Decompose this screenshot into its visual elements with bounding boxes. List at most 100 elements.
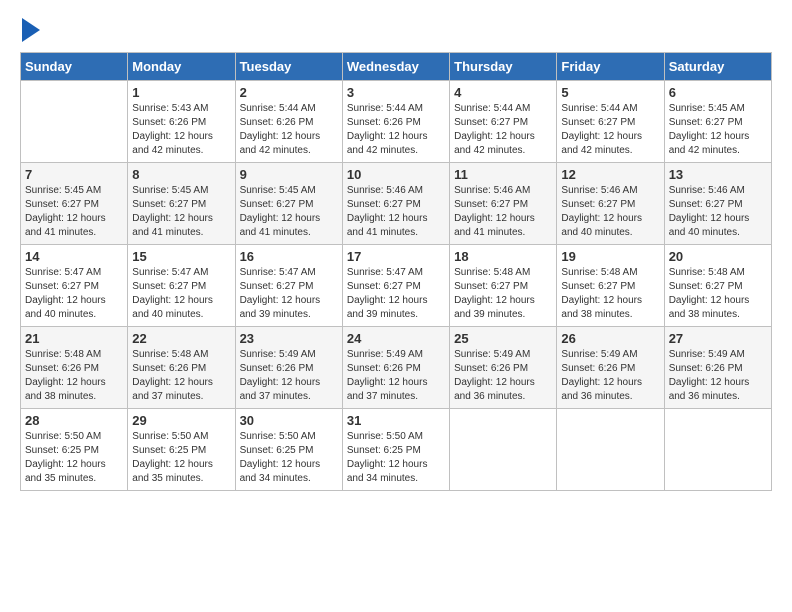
calendar-cell xyxy=(450,409,557,491)
day-number: 12 xyxy=(561,167,659,182)
day-info: Sunrise: 5:45 AMSunset: 6:27 PMDaylight:… xyxy=(669,102,767,158)
day-info: Sunrise: 5:49 AMSunset: 6:26 PMDaylight:… xyxy=(561,348,659,404)
day-number: 27 xyxy=(669,331,767,346)
day-info: Sunrise: 5:44 AMSunset: 6:27 PMDaylight:… xyxy=(561,102,659,158)
weekday-header-wednesday: Wednesday xyxy=(342,53,449,81)
day-number: 25 xyxy=(454,331,552,346)
day-info: Sunrise: 5:50 AMSunset: 6:25 PMDaylight:… xyxy=(347,430,445,486)
day-number: 31 xyxy=(347,413,445,428)
calendar-cell: 23 Sunrise: 5:49 AMSunset: 6:26 PMDayligh… xyxy=(235,327,342,409)
weekday-header-thursday: Thursday xyxy=(450,53,557,81)
day-number: 3 xyxy=(347,85,445,100)
day-number: 14 xyxy=(25,249,123,264)
day-info: Sunrise: 5:48 AMSunset: 6:27 PMDaylight:… xyxy=(561,266,659,322)
day-info: Sunrise: 5:47 AMSunset: 6:27 PMDaylight:… xyxy=(347,266,445,322)
day-info: Sunrise: 5:44 AMSunset: 6:26 PMDaylight:… xyxy=(240,102,338,158)
day-info: Sunrise: 5:48 AMSunset: 6:27 PMDaylight:… xyxy=(454,266,552,322)
day-info: Sunrise: 5:45 AMSunset: 6:27 PMDaylight:… xyxy=(240,184,338,240)
day-number: 6 xyxy=(669,85,767,100)
day-number: 5 xyxy=(561,85,659,100)
day-info: Sunrise: 5:46 AMSunset: 6:27 PMDaylight:… xyxy=(347,184,445,240)
day-number: 23 xyxy=(240,331,338,346)
calendar-cell xyxy=(664,409,771,491)
day-info: Sunrise: 5:47 AMSunset: 6:27 PMDaylight:… xyxy=(25,266,123,322)
day-info: Sunrise: 5:49 AMSunset: 6:26 PMDaylight:… xyxy=(240,348,338,404)
calendar-cell: 22 Sunrise: 5:48 AMSunset: 6:26 PMDayligh… xyxy=(128,327,235,409)
day-info: Sunrise: 5:43 AMSunset: 6:26 PMDaylight:… xyxy=(132,102,230,158)
day-info: Sunrise: 5:47 AMSunset: 6:27 PMDaylight:… xyxy=(132,266,230,322)
day-number: 1 xyxy=(132,85,230,100)
calendar-cell: 10 Sunrise: 5:46 AMSunset: 6:27 PMDayligh… xyxy=(342,163,449,245)
day-number: 22 xyxy=(132,331,230,346)
calendar-cell: 6 Sunrise: 5:45 AMSunset: 6:27 PMDaylight… xyxy=(664,81,771,163)
day-info: Sunrise: 5:48 AMSunset: 6:27 PMDaylight:… xyxy=(669,266,767,322)
day-number: 28 xyxy=(25,413,123,428)
calendar-cell: 29 Sunrise: 5:50 AMSunset: 6:25 PMDayligh… xyxy=(128,409,235,491)
calendar-cell: 12 Sunrise: 5:46 AMSunset: 6:27 PMDayligh… xyxy=(557,163,664,245)
calendar-cell: 7Sunrise: 5:45 AMSunset: 6:27 PMDaylight… xyxy=(21,163,128,245)
calendar-cell: 27 Sunrise: 5:49 AMSunset: 6:26 PMDayligh… xyxy=(664,327,771,409)
logo xyxy=(20,20,40,42)
day-info: Sunrise: 5:50 AMSunset: 6:25 PMDaylight:… xyxy=(240,430,338,486)
weekday-header-saturday: Saturday xyxy=(664,53,771,81)
day-number: 9 xyxy=(240,167,338,182)
calendar-table: SundayMondayTuesdayWednesdayThursdayFrid… xyxy=(20,52,772,491)
calendar-cell: 25 Sunrise: 5:49 AMSunset: 6:26 PMDayligh… xyxy=(450,327,557,409)
day-number: 15 xyxy=(132,249,230,264)
day-number: 30 xyxy=(240,413,338,428)
calendar-cell: 31 Sunrise: 5:50 AMSunset: 6:25 PMDayligh… xyxy=(342,409,449,491)
calendar-cell: 16 Sunrise: 5:47 AMSunset: 6:27 PMDayligh… xyxy=(235,245,342,327)
day-number: 7 xyxy=(25,167,123,182)
day-number: 2 xyxy=(240,85,338,100)
day-info: Sunrise: 5:44 AMSunset: 6:27 PMDaylight:… xyxy=(454,102,552,158)
day-number: 4 xyxy=(454,85,552,100)
calendar-week-row: 21Sunrise: 5:48 AMSunset: 6:26 PMDayligh… xyxy=(21,327,772,409)
calendar-cell: 1 Sunrise: 5:43 AMSunset: 6:26 PMDaylight… xyxy=(128,81,235,163)
day-info: Sunrise: 5:48 AMSunset: 6:26 PMDaylight:… xyxy=(25,348,123,404)
day-info: Sunrise: 5:47 AMSunset: 6:27 PMDaylight:… xyxy=(240,266,338,322)
day-info: Sunrise: 5:50 AMSunset: 6:25 PMDaylight:… xyxy=(132,430,230,486)
calendar-cell: 11Sunrise: 5:46 AMSunset: 6:27 PMDayligh… xyxy=(450,163,557,245)
day-info: Sunrise: 5:50 AMSunset: 6:25 PMDaylight:… xyxy=(25,430,123,486)
page-header xyxy=(20,20,772,42)
calendar-cell xyxy=(557,409,664,491)
calendar-cell: 5 Sunrise: 5:44 AMSunset: 6:27 PMDaylight… xyxy=(557,81,664,163)
calendar-cell: 15 Sunrise: 5:47 AMSunset: 6:27 PMDayligh… xyxy=(128,245,235,327)
calendar-cell: 18 Sunrise: 5:48 AMSunset: 6:27 PMDayligh… xyxy=(450,245,557,327)
calendar-cell: 30 Sunrise: 5:50 AMSunset: 6:25 PMDayligh… xyxy=(235,409,342,491)
calendar-cell: 9 Sunrise: 5:45 AMSunset: 6:27 PMDaylight… xyxy=(235,163,342,245)
day-number: 10 xyxy=(347,167,445,182)
day-number: 20 xyxy=(669,249,767,264)
logo-arrow-icon xyxy=(22,18,40,42)
day-number: 18 xyxy=(454,249,552,264)
calendar-cell: 24Sunrise: 5:49 AMSunset: 6:26 PMDayligh… xyxy=(342,327,449,409)
day-info: Sunrise: 5:44 AMSunset: 6:26 PMDaylight:… xyxy=(347,102,445,158)
day-number: 16 xyxy=(240,249,338,264)
day-info: Sunrise: 5:48 AMSunset: 6:26 PMDaylight:… xyxy=(132,348,230,404)
calendar-cell: 17Sunrise: 5:47 AMSunset: 6:27 PMDayligh… xyxy=(342,245,449,327)
weekday-header-friday: Friday xyxy=(557,53,664,81)
calendar-week-row: 7 Sunrise: 5:45 AMSunset: 6:27 PMDaylight… xyxy=(21,163,772,245)
calendar-cell: 4 Sunrise: 5:44 AMSunset: 6:27 PMDaylight… xyxy=(450,81,557,163)
day-info: Sunrise: 5:49 AMSunset: 6:26 PMDaylight:… xyxy=(454,348,552,404)
day-info: Sunrise: 5:45 AMSunset: 6:27 PMDaylight:… xyxy=(132,184,230,240)
calendar-cell: 2 Sunrise: 5:44 AMSunset: 6:26 PMDaylight… xyxy=(235,81,342,163)
day-number: 29 xyxy=(132,413,230,428)
calendar-cell: 8Sunrise: 5:45 AMSunset: 6:27 PMDaylight… xyxy=(128,163,235,245)
day-number: 13 xyxy=(669,167,767,182)
weekday-header-row: SundayMondayTuesdayWednesdayThursdayFrid… xyxy=(21,53,772,81)
calendar-cell: 28 Sunrise: 5:50 AMSunset: 6:25 PMDayligh… xyxy=(21,409,128,491)
day-info: Sunrise: 5:46 AMSunset: 6:27 PMDaylight:… xyxy=(454,184,552,240)
calendar-week-row: 28 Sunrise: 5:50 AMSunset: 6:25 PMDayligh… xyxy=(21,409,772,491)
day-number: 19 xyxy=(561,249,659,264)
day-info: Sunrise: 5:46 AMSunset: 6:27 PMDaylight:… xyxy=(669,184,767,240)
calendar-cell: 19 Sunrise: 5:48 AMSunset: 6:27 PMDayligh… xyxy=(557,245,664,327)
calendar-week-row: 1 Sunrise: 5:43 AMSunset: 6:26 PMDaylight… xyxy=(21,81,772,163)
day-info: Sunrise: 5:49 AMSunset: 6:26 PMDaylight:… xyxy=(669,348,767,404)
weekday-header-monday: Monday xyxy=(128,53,235,81)
day-info: Sunrise: 5:46 AMSunset: 6:27 PMDaylight:… xyxy=(561,184,659,240)
calendar-cell: 13 Sunrise: 5:46 AMSunset: 6:27 PMDayligh… xyxy=(664,163,771,245)
calendar-cell: 21Sunrise: 5:48 AMSunset: 6:26 PMDayligh… xyxy=(21,327,128,409)
calendar-cell: 26Sunrise: 5:49 AMSunset: 6:26 PMDayligh… xyxy=(557,327,664,409)
weekday-header-sunday: Sunday xyxy=(21,53,128,81)
